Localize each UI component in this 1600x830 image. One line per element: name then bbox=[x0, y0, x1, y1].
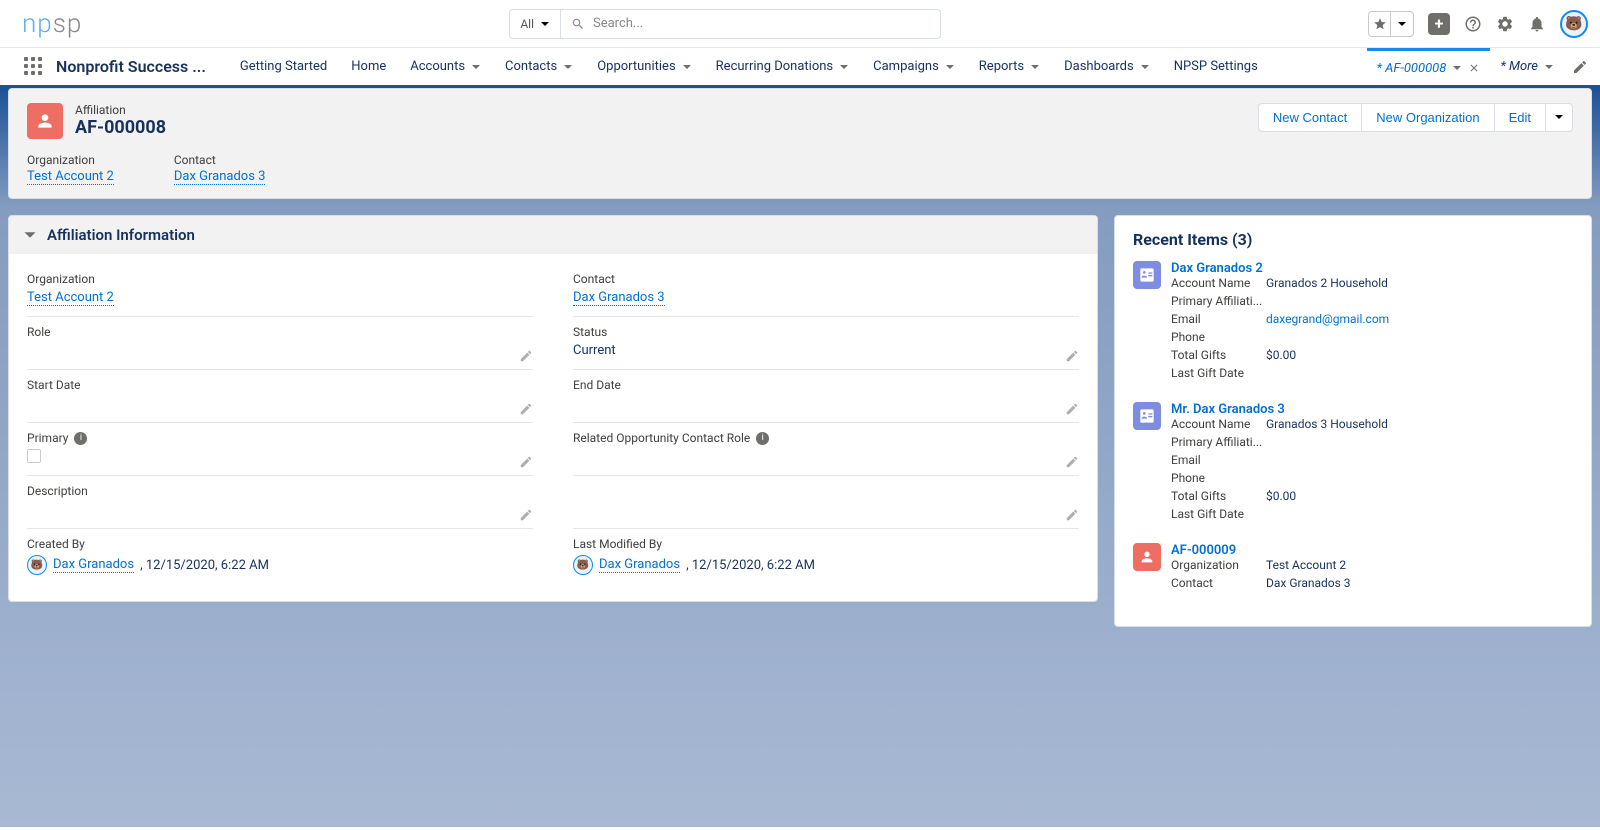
user-avatar[interactable]: 🐻 bbox=[1560, 10, 1588, 38]
field: Start Date bbox=[27, 370, 533, 423]
bell-icon[interactable] bbox=[1528, 15, 1546, 33]
edit-icon[interactable] bbox=[519, 455, 533, 469]
record-type: Affiliation bbox=[75, 103, 166, 117]
affiliation-icon bbox=[27, 103, 63, 139]
edit-button[interactable]: Edit bbox=[1495, 103, 1546, 132]
chevron-down-icon bbox=[839, 62, 849, 72]
favorites-button[interactable] bbox=[1368, 11, 1414, 37]
nav-item[interactable]: Getting Started bbox=[230, 48, 337, 85]
contact-icon bbox=[1133, 402, 1161, 430]
user-avatar-icon: 🐻 bbox=[27, 555, 47, 575]
field: End Date bbox=[573, 370, 1079, 423]
app-nav: Nonprofit Success ... Getting StartedHom… bbox=[0, 48, 1600, 88]
nav-item[interactable]: Home bbox=[341, 48, 396, 85]
topbar: npsp All Search... + 🐻 bbox=[0, 0, 1600, 48]
field-link[interactable]: Test Account 2 bbox=[27, 290, 114, 306]
chevron-down-icon bbox=[1554, 112, 1564, 122]
nav-item[interactable]: Campaigns bbox=[863, 48, 965, 85]
nav-item[interactable]: NPSP Settings bbox=[1164, 48, 1268, 85]
chevron-down-icon bbox=[563, 62, 573, 72]
search-placeholder: Search... bbox=[593, 16, 643, 31]
nav-item[interactable]: Reports bbox=[969, 48, 1050, 85]
field: Last Modified By🐻Dax Granados, 12/15/202… bbox=[573, 529, 1079, 583]
nav-item[interactable]: Dashboards bbox=[1054, 48, 1160, 85]
field: ContactDax Granados 3 bbox=[573, 264, 1079, 317]
record-header: Affiliation AF-000008 New ContactNew Org… bbox=[8, 88, 1592, 199]
field: Primary i bbox=[27, 423, 533, 476]
edit-icon[interactable] bbox=[519, 349, 533, 363]
close-icon[interactable] bbox=[1468, 62, 1480, 74]
star-icon bbox=[1373, 17, 1387, 31]
gear-icon[interactable] bbox=[1496, 15, 1514, 33]
chevron-down-icon bbox=[945, 62, 955, 72]
field: Created By🐻Dax Granados, 12/15/2020, 6:2… bbox=[27, 529, 533, 583]
recent-item-link[interactable]: Mr. Dax Granados 3 bbox=[1171, 402, 1285, 417]
chevron-down-icon bbox=[540, 19, 550, 29]
global-add-button[interactable]: + bbox=[1428, 13, 1450, 35]
nav-item[interactable]: Accounts bbox=[400, 48, 491, 85]
search-filter-dropdown[interactable]: All bbox=[509, 9, 561, 39]
field: OrganizationTest Account 2 bbox=[27, 264, 533, 317]
info-icon: i bbox=[74, 432, 87, 445]
field-link[interactable]: Dax Granados 3 bbox=[573, 290, 665, 306]
tab-more[interactable]: * More bbox=[1490, 48, 1564, 85]
header-contact-link[interactable]: Dax Granados 3 bbox=[174, 169, 266, 185]
search-icon bbox=[571, 17, 585, 31]
tab-active[interactable]: * AF-000008 bbox=[1367, 48, 1491, 85]
edit-icon[interactable] bbox=[519, 508, 533, 522]
edit-icon[interactable] bbox=[1065, 508, 1079, 522]
chevron-down-icon bbox=[23, 228, 37, 242]
help-icon[interactable] bbox=[1464, 15, 1482, 33]
chevron-down-icon bbox=[682, 62, 692, 72]
user-avatar-icon: 🐻 bbox=[573, 555, 593, 575]
edit-icon[interactable] bbox=[1065, 402, 1079, 416]
edit-icon[interactable] bbox=[1065, 455, 1079, 469]
app-name: Nonprofit Success ... bbox=[56, 57, 206, 76]
checkbox[interactable] bbox=[27, 449, 41, 463]
new-contact-button[interactable]: New Contact bbox=[1258, 103, 1362, 132]
nav-item[interactable]: Recurring Donations bbox=[706, 48, 859, 85]
recent-item: Dax Granados 2Account NameGranados 2 Hou… bbox=[1133, 261, 1573, 384]
recent-items-card: Recent Items (3) Dax Granados 2Account N… bbox=[1114, 215, 1592, 627]
chevron-down-icon bbox=[1030, 62, 1040, 72]
nav-item[interactable]: Opportunities bbox=[587, 48, 701, 85]
edit-nav-icon[interactable] bbox=[1572, 59, 1588, 75]
recent-item: AF-000009OrganizationTest Account 2Conta… bbox=[1133, 543, 1573, 594]
recent-item-link[interactable]: Dax Granados 2 bbox=[1171, 261, 1263, 276]
chevron-down-icon bbox=[1544, 62, 1554, 72]
details-card: Affiliation Information OrganizationTest… bbox=[8, 215, 1098, 602]
record-name: AF-000008 bbox=[75, 117, 166, 138]
global-search-input[interactable]: Search... bbox=[561, 9, 941, 39]
field: Related Opportunity Contact Role i bbox=[573, 423, 1079, 476]
edit-icon[interactable] bbox=[519, 402, 533, 416]
user-link[interactable]: Dax Granados bbox=[599, 557, 680, 573]
edit-icon[interactable] bbox=[1065, 349, 1079, 363]
user-link[interactable]: Dax Granados bbox=[53, 557, 134, 573]
recent-item-link[interactable]: AF-000009 bbox=[1171, 543, 1236, 558]
affiliation-icon bbox=[1133, 543, 1161, 571]
field: StatusCurrent bbox=[573, 317, 1079, 370]
app-launcher-icon[interactable] bbox=[24, 57, 44, 77]
chevron-down-icon bbox=[471, 62, 481, 72]
chevron-down-icon bbox=[1452, 63, 1462, 73]
nav-item[interactable]: Contacts bbox=[495, 48, 583, 85]
recent-item: Mr. Dax Granados 3Account NameGranados 3… bbox=[1133, 402, 1573, 525]
recent-title: Recent Items (3) bbox=[1133, 230, 1573, 249]
section-toggle[interactable]: Affiliation Information bbox=[9, 216, 1097, 254]
header-org-link[interactable]: Test Account 2 bbox=[27, 169, 114, 185]
new-organization-button[interactable]: New Organization bbox=[1362, 103, 1494, 132]
field: Role bbox=[27, 317, 533, 370]
info-icon: i bbox=[756, 432, 769, 445]
field: Description bbox=[27, 476, 533, 529]
chevron-down-icon bbox=[1140, 62, 1150, 72]
logo: npsp bbox=[22, 9, 82, 39]
header-contact-label: Contact bbox=[174, 153, 266, 167]
more-actions-button[interactable] bbox=[1546, 103, 1573, 132]
header-org-label: Organization bbox=[27, 153, 114, 167]
contact-icon bbox=[1133, 261, 1161, 289]
chevron-down-icon bbox=[1397, 19, 1407, 29]
